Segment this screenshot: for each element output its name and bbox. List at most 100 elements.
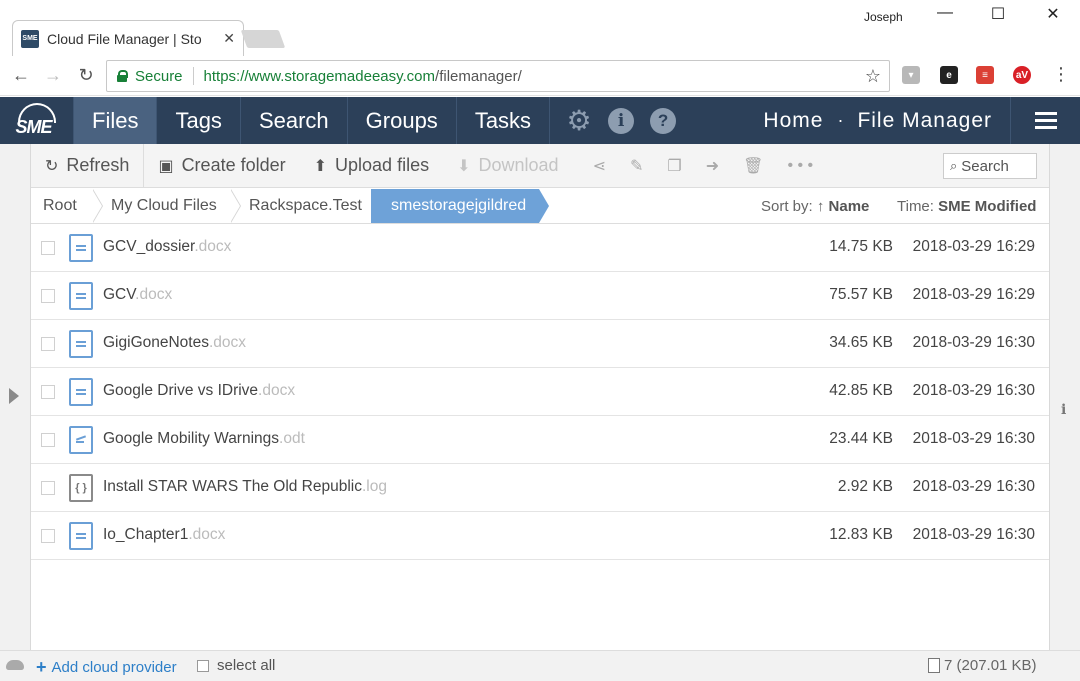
bookmark-star-icon[interactable]: ☆ — [865, 66, 881, 87]
table-row[interactable]: GCV.docx 75.57 KB 2018-03-29 16:29 — [31, 272, 1049, 320]
row-checkbox[interactable] — [41, 529, 55, 543]
download-button[interactable]: ⬇ Download — [443, 144, 572, 188]
crumb-rackspace-test[interactable]: Rackspace.Test — [249, 189, 362, 223]
upload-files-button[interactable]: ⬆ Upload files — [300, 144, 443, 188]
table-row[interactable]: Google Drive vs IDrive.docx 42.85 KB 201… — [31, 368, 1049, 416]
odt-document-icon — [69, 426, 93, 454]
row-checkbox[interactable] — [41, 289, 55, 303]
tab-title: Cloud File Manager | Sto — [47, 30, 202, 47]
evernote-extension-icon[interactable]: e — [940, 66, 958, 84]
crumb-root[interactable]: Root — [43, 189, 77, 223]
forward-arrow-icon[interactable]: → — [42, 65, 64, 86]
file-name[interactable]: Google Drive vs IDrive.docx — [103, 382, 295, 400]
tab-tags[interactable]: Tags — [157, 97, 241, 144]
file-size: 34.65 KB — [829, 334, 893, 351]
help-icon[interactable]: ? — [650, 107, 677, 134]
details-info-icon[interactable]: i — [1061, 402, 1066, 418]
right-panel-toggle[interactable]: i — [1050, 144, 1080, 650]
back-arrow-icon[interactable]: ← — [10, 65, 32, 86]
file-size: 42.85 KB — [829, 382, 893, 399]
refresh-button[interactable]: ↻ Refresh — [31, 143, 145, 188]
row-checkbox[interactable] — [41, 241, 55, 255]
sort-by-control[interactable]: Sort by: ↑ Name — [761, 198, 869, 215]
file-name[interactable]: Io_Chapter1.docx — [103, 526, 225, 544]
sme-cloud-logo-icon: SME — [14, 102, 60, 139]
hamburger-menu-icon[interactable] — [1010, 97, 1080, 144]
copy-icon[interactable]: ❐ — [655, 156, 693, 176]
table-row[interactable]: Google Mobility Warnings.odt 23.44 KB 20… — [31, 416, 1049, 464]
sme-logo[interactable]: SME — [0, 97, 74, 144]
status-bar: + Add cloud provider select all 7 (207.0… — [0, 650, 1080, 681]
table-row[interactable]: GCV_dossier.docx 14.75 KB 2018-03-29 16:… — [31, 224, 1049, 272]
sme-favicon-icon: SME — [21, 29, 39, 48]
document-icon — [69, 234, 93, 262]
tab-search[interactable]: Search — [241, 97, 348, 144]
file-date: 2018-03-29 16:30 — [912, 526, 1035, 543]
file-name[interactable]: GigiGoneNotes.docx — [103, 334, 246, 352]
plus-icon: + — [36, 657, 47, 677]
browser-tab[interactable]: SME Cloud File Manager | Sto ✕ — [12, 20, 244, 56]
tab-files[interactable]: Files — [74, 97, 158, 144]
trash-icon[interactable]: 🗑 — [731, 156, 775, 176]
shield-extension-icon[interactable]: ▾ — [902, 66, 920, 84]
search-button[interactable]: ⌕ Search — [943, 153, 1037, 179]
av-extension-icon[interactable]: aV — [1013, 66, 1031, 84]
tab-groups[interactable]: Groups — [348, 97, 457, 144]
edit-pencil-icon[interactable]: ✎ — [618, 156, 655, 176]
select-all-checkbox[interactable] — [197, 660, 209, 672]
settings-gear-icon[interactable]: ⚙ — [566, 105, 592, 136]
folder-plus-icon: ▣ — [158, 157, 174, 175]
table-row[interactable]: { } Install STAR WARS The Old Republic.l… — [31, 464, 1049, 512]
row-checkbox[interactable] — [41, 433, 55, 447]
window-close-icon[interactable]: ✕ — [1038, 4, 1068, 24]
table-row[interactable]: GigiGoneNotes.docx 34.65 KB 2018-03-29 1… — [31, 320, 1049, 368]
crumb-my-cloud-files[interactable]: My Cloud Files — [111, 189, 217, 223]
new-tab-button[interactable] — [240, 30, 286, 48]
search-icon: ⌕ — [950, 158, 958, 173]
reload-icon[interactable]: ↻ — [75, 65, 97, 86]
file-name[interactable]: Install STAR WARS The Old Republic.log — [103, 478, 387, 496]
move-arrow-icon[interactable]: ➜ — [694, 156, 731, 176]
file-size: 14.75 KB — [829, 238, 893, 255]
row-checkbox[interactable] — [41, 385, 55, 399]
breadcrumb-home[interactable]: Home — [763, 109, 823, 133]
todoist-extension-icon[interactable]: ≡ — [976, 66, 994, 84]
expand-arrow-icon[interactable] — [9, 388, 19, 404]
add-cloud-provider-link[interactable]: + Add cloud provider — [36, 657, 177, 678]
minimize-icon[interactable]: — — [930, 4, 960, 22]
document-icon — [69, 522, 93, 550]
left-panel-toggle[interactable] — [0, 144, 30, 650]
file-name[interactable]: GCV_dossier.docx — [103, 238, 231, 256]
file-size: 2.92 KB — [837, 478, 893, 495]
refresh-icon: ↻ — [45, 157, 59, 175]
select-all-label[interactable]: select all — [217, 657, 275, 674]
file-list: GCV_dossier.docx 14.75 KB 2018-03-29 16:… — [31, 224, 1049, 560]
file-name[interactable]: Google Mobility Warnings.odt — [103, 430, 305, 448]
address-bar[interactable]: Secure https://www.storagemadeeasy.com/f… — [106, 60, 890, 92]
page-title: File Manager — [857, 108, 992, 132]
info-icon[interactable]: i — [608, 107, 635, 134]
tab-tasks[interactable]: Tasks — [457, 97, 551, 144]
browser-profile-name[interactable]: Joseph — [864, 10, 903, 24]
row-checkbox[interactable] — [41, 337, 55, 351]
crumb-current-folder[interactable]: smestoragejgildred — [371, 189, 549, 223]
browser-toolbar: ← → ↻ Secure https://www.storagemadeeasy… — [0, 56, 1080, 96]
more-actions-button[interactable]: • • • — [775, 157, 825, 175]
time-mode-control[interactable]: Time: SME Modified — [897, 198, 1036, 215]
file-name[interactable]: GCV.docx — [103, 286, 172, 304]
row-checkbox[interactable] — [41, 481, 55, 495]
path-breadcrumb: Root My Cloud Files Rackspace.Test smest… — [31, 189, 1049, 224]
create-folder-button[interactable]: ▣ Create folder — [144, 144, 299, 188]
tab-close-icon[interactable]: ✕ — [223, 30, 235, 47]
document-icon — [69, 378, 93, 406]
file-date: 2018-03-29 16:30 — [912, 478, 1035, 495]
maximize-icon[interactable]: ☐ — [983, 4, 1013, 24]
file-size: 12.83 KB — [829, 526, 893, 543]
table-row[interactable]: Io_Chapter1.docx 12.83 KB 2018-03-29 16:… — [31, 512, 1049, 560]
document-icon — [69, 330, 93, 358]
crumb-chevron — [92, 189, 107, 223]
url-host: https://www.storagemadeeasy.com — [203, 67, 436, 85]
document-icon — [69, 282, 93, 310]
share-icon[interactable]: ⋖ — [573, 156, 618, 176]
browser-menu-icon[interactable]: ⋮ — [1052, 64, 1070, 85]
